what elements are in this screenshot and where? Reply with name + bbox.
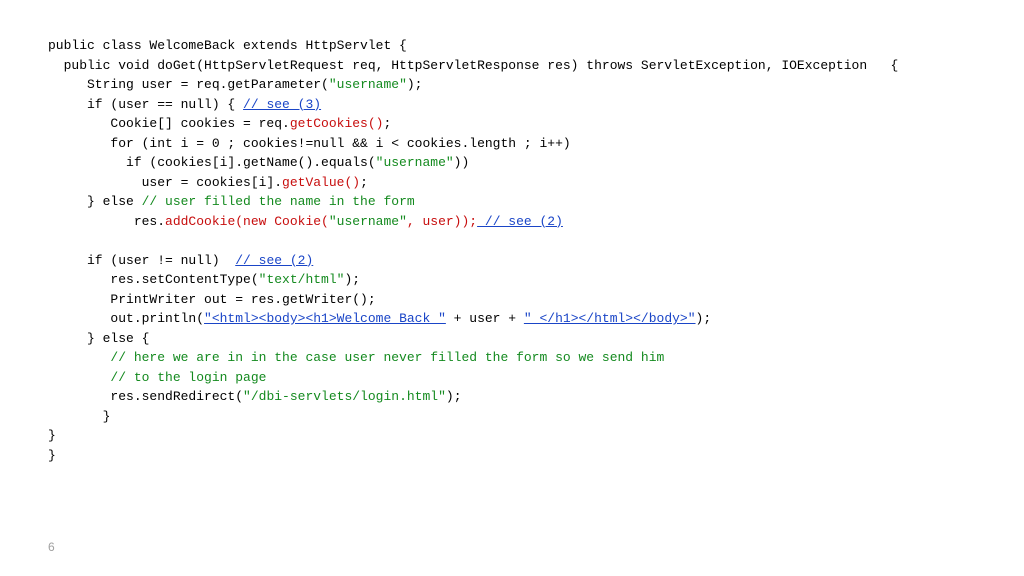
- code-line: }: [48, 409, 110, 424]
- code-text: res.: [48, 214, 165, 229]
- code-text: } else: [48, 194, 142, 209]
- code-line: }: [48, 448, 56, 463]
- comment-link: // see (3): [243, 97, 321, 112]
- code-text: user = cookies[i].: [48, 175, 282, 190]
- slide: public class WelcomeBack extends HttpSer…: [0, 0, 1024, 576]
- code-text: res.setContentType(: [48, 272, 259, 287]
- code-text: Cookie[] cookies = req.: [48, 116, 290, 131]
- page-number: 6: [48, 538, 55, 556]
- code-text: );: [696, 311, 712, 326]
- code-text: if (cookies[i].getName().equals(: [48, 155, 376, 170]
- code-text: );: [344, 272, 360, 287]
- code-line: } else {: [48, 331, 149, 346]
- code-block: public class WelcomeBack extends HttpSer…: [48, 36, 984, 465]
- code-text: ;: [383, 116, 391, 131]
- code-line: PrintWriter out = res.getWriter();: [48, 292, 376, 307]
- code-text: + user +: [446, 311, 524, 326]
- code-text: out.println(: [48, 311, 204, 326]
- code-text: if (user == null) {: [48, 97, 243, 112]
- comment: // here we are in in the case user never…: [48, 350, 664, 365]
- comment: // user filled the name in the form: [142, 194, 415, 209]
- code-line: }: [48, 428, 56, 443]
- string-literal: "username": [329, 77, 407, 92]
- method-highlight: getValue(): [282, 175, 360, 190]
- method-highlight: , user));: [407, 214, 477, 229]
- string-literal: "username": [329, 214, 407, 229]
- comment-link: // see (2): [235, 253, 313, 268]
- method-highlight: getCookies(): [290, 116, 384, 131]
- code-text: if (user != null): [48, 253, 235, 268]
- code-text: )): [454, 155, 470, 170]
- method-highlight: addCookie(new Cookie(: [165, 214, 329, 229]
- string-literal: "<html><body><h1>Welcome Back ": [204, 311, 446, 326]
- comment: // to the login page: [48, 370, 266, 385]
- code-line: for (int i = 0 ; cookies!=null && i < co…: [48, 136, 571, 151]
- code-line: public class WelcomeBack extends HttpSer…: [48, 38, 407, 53]
- code-line: public void doGet(HttpServletRequest req…: [48, 58, 898, 73]
- string-literal: "text/html": [259, 272, 345, 287]
- string-literal: " </h1></html></body>": [524, 311, 696, 326]
- code-text: );: [446, 389, 462, 404]
- code-text: );: [407, 77, 423, 92]
- string-literal: "/dbi-servlets/login.html": [243, 389, 446, 404]
- string-literal: "username": [376, 155, 454, 170]
- code-text: String user = req.getParameter(: [48, 77, 329, 92]
- code-text: ;: [360, 175, 368, 190]
- code-text: res.sendRedirect(: [48, 389, 243, 404]
- comment-link: // see (2): [477, 214, 563, 229]
